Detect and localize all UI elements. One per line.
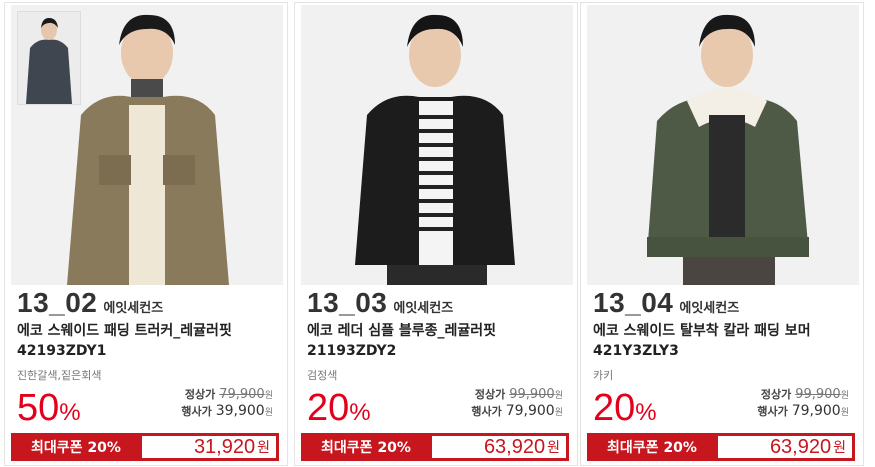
- sale-price: 39,900: [215, 403, 265, 419]
- regular-price-row: 정상가 79,900원: [184, 387, 273, 402]
- coupon-price: 63,920 원: [432, 436, 566, 458]
- product-image[interactable]: [587, 5, 859, 285]
- color-options: 검정색: [307, 369, 338, 382]
- product-model-number[interactable]: 42193ZDY1: [17, 341, 281, 361]
- coupon-price-box[interactable]: 최대쿠폰 20% 63,920 원: [587, 433, 855, 461]
- regular-price: 79,900: [219, 387, 265, 402]
- sale-price-row: 행사가 79,900원: [757, 403, 849, 419]
- product-card[interactable]: 13_03 에잇세컨즈 에코 레더 심플 블루종_레귤러핏 21193ZDY2 …: [294, 2, 578, 466]
- product-name[interactable]: 에코 레더 심플 블루종_레귤러핏: [307, 321, 571, 341]
- color-thumbnail[interactable]: [17, 11, 81, 105]
- coupon-label: 최대쿠폰 20%: [321, 440, 411, 456]
- product-card[interactable]: 13_04 에잇세컨즈 에코 스웨이드 탈부착 칼라 패딩 보머 421Y3ZL…: [580, 2, 864, 466]
- regular-price-row: 정상가 99,900원: [474, 387, 563, 402]
- product-code[interactable]: 13_02: [17, 287, 97, 319]
- sale-price: 79,900: [791, 403, 841, 419]
- product-image[interactable]: [301, 5, 573, 285]
- coupon-price: 31,920 원: [142, 436, 276, 458]
- discount-rate: 20%: [593, 387, 657, 429]
- thumbnail-photo: [18, 12, 80, 104]
- product-model-number[interactable]: 21193ZDY2: [307, 341, 571, 361]
- product-name[interactable]: 에코 스웨이드 탈부착 칼라 패딩 보머: [593, 321, 857, 341]
- discount-rate: 20%: [307, 387, 371, 429]
- brand-name[interactable]: 에잇세컨즈: [393, 297, 453, 316]
- product-model-number[interactable]: 421Y3ZLY3: [593, 341, 857, 361]
- coupon-label: 최대쿠폰 20%: [31, 440, 121, 456]
- sale-price-row: 행사가 79,900원: [471, 403, 563, 419]
- model-photo: [587, 5, 859, 285]
- coupon-price-box[interactable]: 최대쿠폰 20% 63,920 원: [301, 433, 569, 461]
- brand-name[interactable]: 에잇세컨즈: [103, 297, 163, 316]
- regular-price: 99,900: [509, 387, 555, 402]
- color-options: 카키: [593, 369, 614, 382]
- regular-price: 99,900: [795, 387, 841, 402]
- product-code[interactable]: 13_04: [593, 287, 673, 319]
- sale-price: 79,900: [505, 403, 555, 419]
- product-name[interactable]: 에코 스웨이드 패딩 트러커_레귤러핏: [17, 321, 281, 341]
- coupon-price-box[interactable]: 최대쿠폰 20% 31,920 원: [11, 433, 279, 461]
- coupon-label: 최대쿠폰 20%: [607, 440, 697, 456]
- model-photo: [301, 5, 573, 285]
- color-options: 진한갈색,짙은회색: [17, 369, 102, 382]
- regular-price-row: 정상가 99,900원: [760, 387, 849, 402]
- brand-name[interactable]: 에잇세컨즈: [679, 297, 739, 316]
- product-card[interactable]: 13_02 에잇세컨즈 에코 스웨이드 패딩 트러커_레귤러핏 42193ZDY…: [4, 2, 288, 466]
- product-code[interactable]: 13_03: [307, 287, 387, 319]
- coupon-price: 63,920 원: [718, 436, 852, 458]
- sale-price-row: 행사가 39,900원: [181, 403, 273, 419]
- discount-rate: 50%: [17, 387, 81, 429]
- product-grid: 13_02 에잇세컨즈 에코 스웨이드 패딩 트러커_레귤러핏 42193ZDY…: [0, 0, 875, 467]
